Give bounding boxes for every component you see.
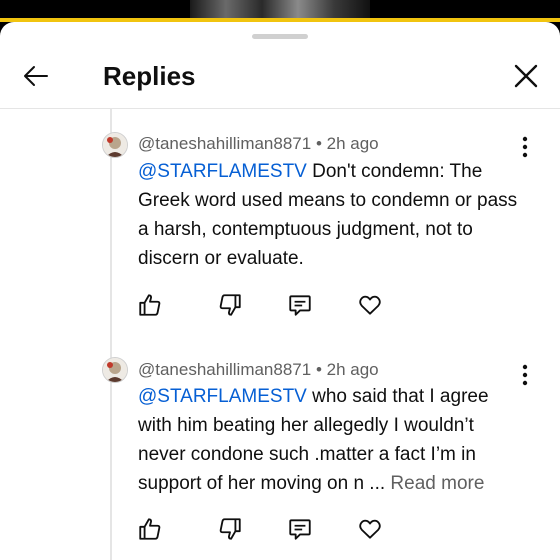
- reply-button[interactable]: [287, 516, 313, 542]
- meta-separator: •: [315, 134, 322, 153]
- back-button[interactable]: [20, 60, 52, 92]
- more-options-button[interactable]: [514, 135, 536, 159]
- replies-sheet: Replies @taneshahilliman8871 • 2h ago @S…: [0, 22, 560, 560]
- reply-button[interactable]: [287, 292, 313, 318]
- avatar[interactable]: [102, 357, 128, 383]
- thumbs-down-icon: [219, 518, 241, 540]
- thumbs-up-icon: [139, 294, 161, 316]
- more-options-button[interactable]: [514, 363, 536, 387]
- comment-icon: [289, 519, 311, 540]
- avatar[interactable]: [102, 132, 128, 158]
- heart-button[interactable]: [357, 292, 383, 318]
- page-title: Replies: [103, 61, 196, 91]
- comment-icon: [289, 295, 311, 316]
- more-vertical-icon: [522, 364, 528, 386]
- mention-link[interactable]: @STARFLAMESTV: [138, 386, 307, 407]
- heart-button[interactable]: [357, 516, 383, 542]
- comment-text: @STARFLAMESTV Don't condemn: The Greek w…: [138, 157, 518, 273]
- comment-meta: @taneshahilliman8871 • 2h ago: [138, 359, 379, 381]
- avatar-image: [103, 133, 127, 157]
- close-icon: [514, 64, 538, 88]
- close-button[interactable]: [510, 60, 542, 92]
- like-button[interactable]: [137, 292, 163, 318]
- read-more-link[interactable]: Read more: [390, 473, 484, 494]
- avatar-image: [103, 358, 127, 382]
- thumbs-down-icon: [219, 294, 241, 316]
- more-vertical-icon: [522, 136, 528, 158]
- thread-line: [110, 108, 112, 560]
- replies-header: Replies: [0, 46, 560, 109]
- comment-time: 2h ago: [326, 360, 379, 379]
- arrow-left-icon: [24, 66, 48, 86]
- meta-separator: •: [315, 360, 322, 379]
- comment-time: 2h ago: [326, 134, 379, 153]
- heart-icon: [359, 295, 381, 315]
- thumbs-up-icon: [139, 518, 161, 540]
- comment-actions: [137, 516, 397, 544]
- comment-actions: [137, 292, 397, 320]
- drag-handle[interactable]: [252, 34, 308, 39]
- comment-meta: @taneshahilliman8871 • 2h ago: [138, 133, 379, 155]
- mention-link[interactable]: @STARFLAMESTV: [138, 161, 307, 182]
- comment-author[interactable]: @taneshahilliman8871: [138, 134, 311, 153]
- dislike-button[interactable]: [217, 516, 243, 542]
- video-frame: [190, 0, 370, 18]
- comment-author[interactable]: @taneshahilliman8871: [138, 360, 311, 379]
- video-player-strip[interactable]: [0, 0, 560, 22]
- heart-icon: [359, 519, 381, 539]
- like-button[interactable]: [137, 516, 163, 542]
- comment-text: @STARFLAMESTV who said that I agree with…: [138, 382, 510, 498]
- dislike-button[interactable]: [217, 292, 243, 318]
